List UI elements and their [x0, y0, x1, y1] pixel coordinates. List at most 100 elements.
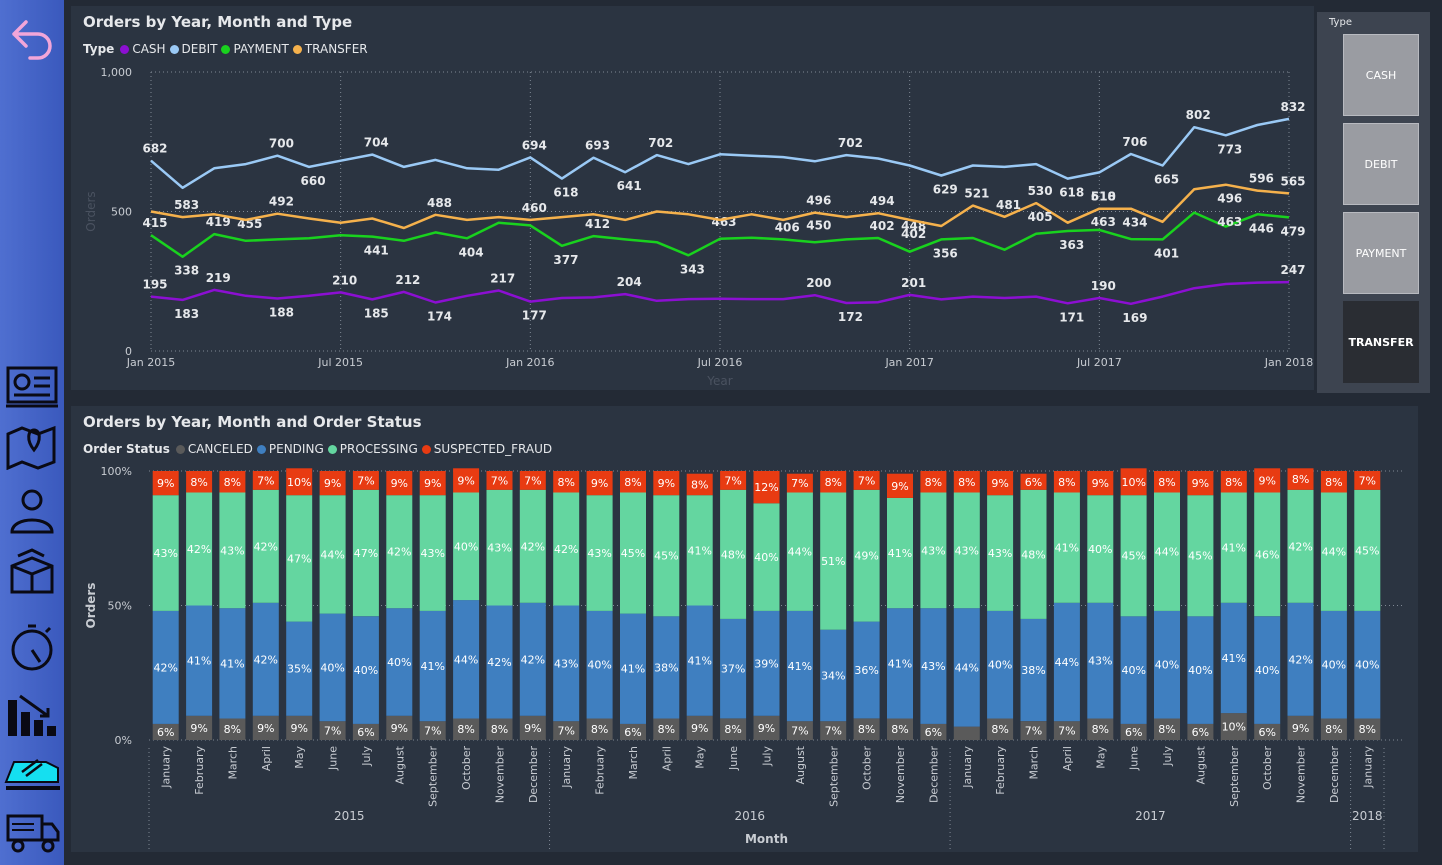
- x-tick-label: July: [1161, 746, 1174, 767]
- bar-data-label-fraud: 7%: [357, 474, 374, 487]
- data-label-payment: 363: [1059, 238, 1084, 252]
- bar-data-label-canceled: 9%: [691, 722, 708, 735]
- x-axis-title: Month: [745, 832, 788, 846]
- bar-data-label-canceled: 9%: [290, 722, 307, 735]
- bar-data-label-processing: 42%: [1288, 540, 1312, 553]
- year-label: 2017: [1135, 809, 1166, 823]
- x-tick-label: September: [1228, 746, 1241, 807]
- bar-data-label-canceled: 6%: [1258, 726, 1275, 739]
- bar-data-label-fraud: 9%: [1092, 477, 1109, 490]
- bar-data-label-fraud: 8%: [224, 476, 241, 489]
- back-arrow-icon[interactable]: [4, 14, 60, 64]
- bar-data-label-fraud: 10%: [1121, 476, 1145, 489]
- x-tick-label: May: [694, 746, 707, 769]
- data-label-payment: 441: [364, 244, 389, 258]
- x-tick-label: December: [1328, 746, 1341, 804]
- bar-data-label-processing: 45%: [654, 550, 678, 563]
- x-tick-label: Jan 2016: [505, 356, 554, 369]
- data-label-cash: 177: [522, 309, 547, 323]
- data-label-payment: 479: [1280, 224, 1305, 238]
- x-axis-title: Year: [706, 374, 732, 388]
- data-label-transfer: 583: [174, 198, 199, 212]
- bar-data-label-canceled: 8%: [724, 723, 741, 736]
- bar-data-label-pending: 44%: [955, 661, 979, 674]
- data-label-transfer: 492: [269, 195, 294, 209]
- data-label-debit: 802: [1186, 108, 1211, 122]
- bar-data-label-pending: 40%: [354, 664, 378, 677]
- x-tick-label: May: [1094, 746, 1107, 769]
- bar-data-label-fraud: 9%: [991, 477, 1008, 490]
- x-tick-label: June: [327, 746, 340, 771]
- bar-chart-down-icon[interactable]: [4, 690, 60, 740]
- bar-data-label-canceled: 8%: [224, 723, 241, 736]
- bar-data-label-pending: 43%: [554, 657, 578, 670]
- bar-data-label-processing: 47%: [354, 547, 378, 560]
- data-label-transfer: 460: [522, 201, 547, 215]
- x-tick-label: February: [193, 746, 206, 795]
- dashboard-icon[interactable]: [4, 362, 60, 412]
- bar-data-label-canceled: 7%: [424, 725, 441, 738]
- bar-data-label-fraud: 9%: [324, 477, 341, 490]
- x-tick-label: September: [827, 746, 840, 807]
- bar-data-label-processing: 40%: [1088, 543, 1112, 556]
- x-tick-label: November: [1295, 746, 1308, 804]
- slicer-debit-button[interactable]: DEBIT: [1343, 123, 1419, 205]
- bar-data-label-canceled: 7%: [557, 725, 574, 738]
- data-label-debit: 682: [142, 142, 167, 156]
- bar-data-label-processing: 46%: [1255, 548, 1279, 561]
- x-tick-label: April: [660, 746, 673, 771]
- bar-data-label-pending: 44%: [454, 653, 478, 666]
- bar-segment-canceled: [953, 726, 980, 740]
- x-tick-label: April: [260, 746, 273, 771]
- delivery-van-icon[interactable]: [4, 746, 60, 796]
- data-label-payment: 463: [1091, 215, 1116, 229]
- slicer-cash-button[interactable]: CASH: [1343, 34, 1419, 116]
- data-label-debit: 700: [269, 137, 294, 151]
- data-label-transfer: 402: [901, 227, 926, 241]
- x-tick-label: January: [560, 746, 573, 789]
- bar-data-label-canceled: 8%: [1092, 723, 1109, 736]
- slicer-transfer-button[interactable]: TRANSFER: [1343, 301, 1419, 383]
- data-label-payment: 402: [870, 219, 895, 233]
- bar-data-label-processing: 42%: [187, 543, 211, 556]
- truck-icon[interactable]: [4, 806, 60, 856]
- bar-data-label-canceled: 8%: [591, 723, 608, 736]
- y-tick-label: 0%: [115, 734, 132, 747]
- bar-data-label-canceled: 9%: [257, 722, 274, 735]
- data-label-debit: 629: [933, 183, 958, 197]
- bar-data-label-pending: 42%: [487, 656, 511, 669]
- bar-data-label-canceled: 8%: [1325, 723, 1342, 736]
- data-label-debit: 702: [838, 136, 863, 150]
- bar-data-label-pending: 39%: [754, 657, 778, 670]
- bar-data-label-pending: 41%: [1222, 652, 1246, 665]
- data-label-cash: 204: [617, 275, 642, 289]
- bar-data-label-pending: 41%: [420, 660, 444, 673]
- bar-data-label-pending: 41%: [621, 663, 645, 676]
- stopwatch-icon[interactable]: [4, 622, 60, 672]
- data-label-cash: 200: [806, 276, 831, 290]
- bar-data-label-fraud: 8%: [1292, 473, 1309, 486]
- year-label: 2018: [1352, 809, 1383, 823]
- bar-data-label-canceled: 6%: [624, 726, 641, 739]
- bar-data-label-pending: 36%: [854, 664, 878, 677]
- bar-data-label-pending: 40%: [587, 659, 611, 672]
- data-label-cash: 195: [142, 278, 167, 292]
- bar-data-label-pending: 38%: [1021, 664, 1045, 677]
- x-tick-label: January: [961, 746, 974, 789]
- bar-data-label-processing: 43%: [921, 544, 945, 557]
- data-label-cash: 247: [1280, 263, 1305, 277]
- box-icon[interactable]: [4, 548, 60, 598]
- slicer-payment-button[interactable]: PAYMENT: [1343, 212, 1419, 294]
- bar-data-label-processing: 41%: [888, 547, 912, 560]
- map-icon[interactable]: [4, 420, 60, 470]
- bar-data-label-fraud: 8%: [624, 476, 641, 489]
- bar-data-label-processing: 43%: [587, 547, 611, 560]
- y-tick-label: 1,000: [101, 66, 133, 79]
- data-label-payment: 463: [1217, 215, 1242, 229]
- user-icon[interactable]: [4, 486, 60, 536]
- bar-data-label-pending: 40%: [988, 659, 1012, 672]
- bar-data-label-canceled: 9%: [190, 722, 207, 735]
- orders-by-status-bar-chart: 0% 50% 100% Orders 6% 42% 43% 9% January 9% 41% 42%…: [84, 465, 1403, 852]
- y-tick-label: 50%: [108, 600, 132, 613]
- x-tick-label: March: [226, 746, 239, 780]
